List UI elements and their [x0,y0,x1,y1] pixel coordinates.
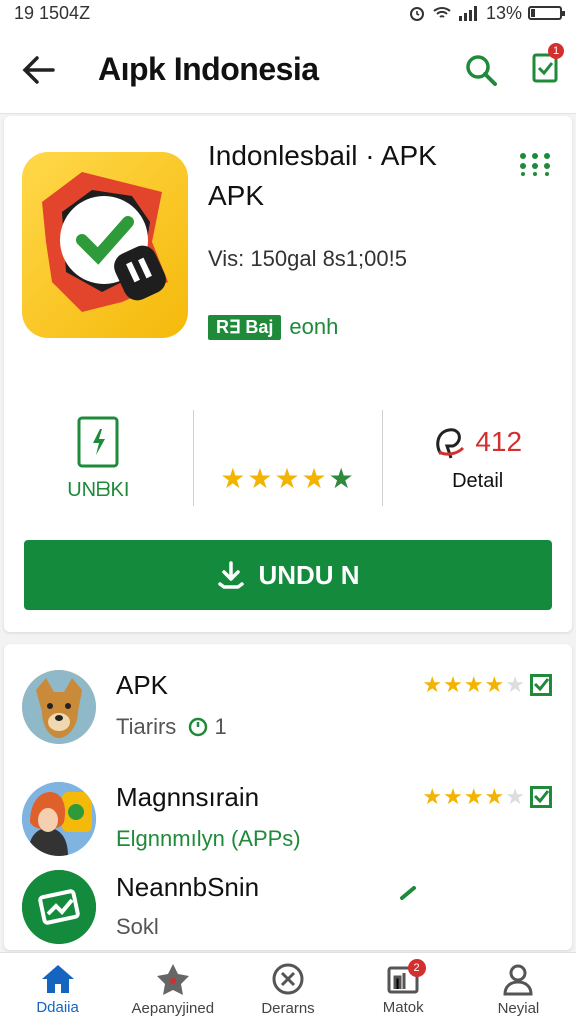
battery-icon [528,6,565,20]
more-options-icon[interactable] [518,152,552,176]
app-bar: Aıpk Indonesia 1 [0,26,576,114]
nav-profile[interactable]: Neyial [461,953,576,1025]
install-stat[interactable]: UNᗷKI [4,408,193,508]
star-icon [156,963,189,995]
list-item-subtitle: Sokl [116,914,159,939]
list-item[interactable]: APK Tiarirs 1 ★★★★★ [22,668,552,748]
stats-row: UNᗷKI ★★★★★ 412 Detail [4,408,572,508]
nav-inbox[interactable]: 2 Matok [346,953,461,1025]
app-info: Indonlesbail · APK APK Vis: 150gal 8s1;0… [208,136,508,340]
list-item[interactable]: Magnnsırain Elgnnmılyn (APPs) ★★★★★ [22,780,552,860]
wifi-icon [433,7,451,18]
download-button[interactable]: UNDU N [24,540,552,610]
bottom-navigation: Ddaiia Aepanyjined Derarns 2 Matok Neyia… [0,952,576,1025]
list-item-subtitle: Elgnnmılyn (APPs) [116,826,301,851]
status-time: 19 1504Z [14,2,91,23]
nav-label: Derarns [261,999,315,1017]
avatar [22,782,96,856]
rating-stars: ★★★★★ [220,462,356,494]
nav-label: Aepanyjined [131,999,215,1017]
install-label: UNᗷKI [67,478,130,501]
related-apps-list: APK Tiarirs 1 ★★★★★ Magnnsırain Elgnnmıl… [4,644,572,950]
avatar [22,670,96,744]
checkbox-icon[interactable] [530,786,552,808]
app-details-card: Indonlesbail · APK APK Vis: 150gal 8s1;0… [4,116,572,632]
app-subtitle: APK [208,180,265,211]
checkbox-icon[interactable] [530,674,552,696]
category-badge: R∃ Baj [208,314,282,340]
arrow-left-icon [22,55,55,84]
nav-badge: 2 [407,959,426,977]
status-bar: 19 1504Z 13% [0,0,576,26]
review-icon [436,427,465,458]
back-button[interactable] [18,50,58,90]
app-version: Vis: 150gal 8s1;00!5 [208,246,407,271]
notification-badge: 1 [548,43,564,59]
detail-label: Detail [452,469,504,492]
pencil-icon [400,886,416,900]
list-item-title: NeannbSnin [116,872,260,902]
avatar [22,870,96,944]
app-icon [22,152,188,338]
app-title: Indonlesbail · APK [208,140,437,171]
clock-icon [189,717,208,737]
search-icon[interactable] [464,53,498,87]
battery-percent: 13% [485,2,522,23]
nav-label: Neyial [497,999,540,1017]
nav-home[interactable]: Ddaiia [0,953,115,1025]
person-icon [503,964,533,995]
nav-label: Ddaiia [36,998,79,1016]
nav-label: Matok [382,998,424,1016]
list-item-title: Magnnsırain [116,782,260,812]
status-icons: 13% [408,2,565,24]
phone-download-icon [77,416,119,467]
nav-featured[interactable]: Aepanyjined [115,953,230,1025]
list-item-rating: ★★★★★ [422,784,526,809]
rating-count: 412 [475,425,523,457]
list-item[interactable]: NeannbSnin Sokl [22,868,552,948]
download-label: UNDU N [258,559,360,590]
detail-stat[interactable]: 412 Detail [383,408,572,508]
download-icon [218,561,245,589]
rating-stat: ★★★★★ [194,408,383,508]
page-title: Aıpk Indonesia [98,51,319,87]
notifications-button[interactable]: 1 [532,43,564,88]
alarm-icon [409,7,424,21]
list-item-subtitle: Tiarirs 1 [116,714,227,739]
cancel-icon [272,963,304,994]
home-icon [41,964,74,993]
nav-cancel[interactable]: Derarns [230,953,345,1025]
list-item-title: APK [116,670,169,700]
signal-icon [458,6,477,21]
category-label: eonh [289,314,339,339]
list-item-rating: ★★★★★ [422,672,526,697]
